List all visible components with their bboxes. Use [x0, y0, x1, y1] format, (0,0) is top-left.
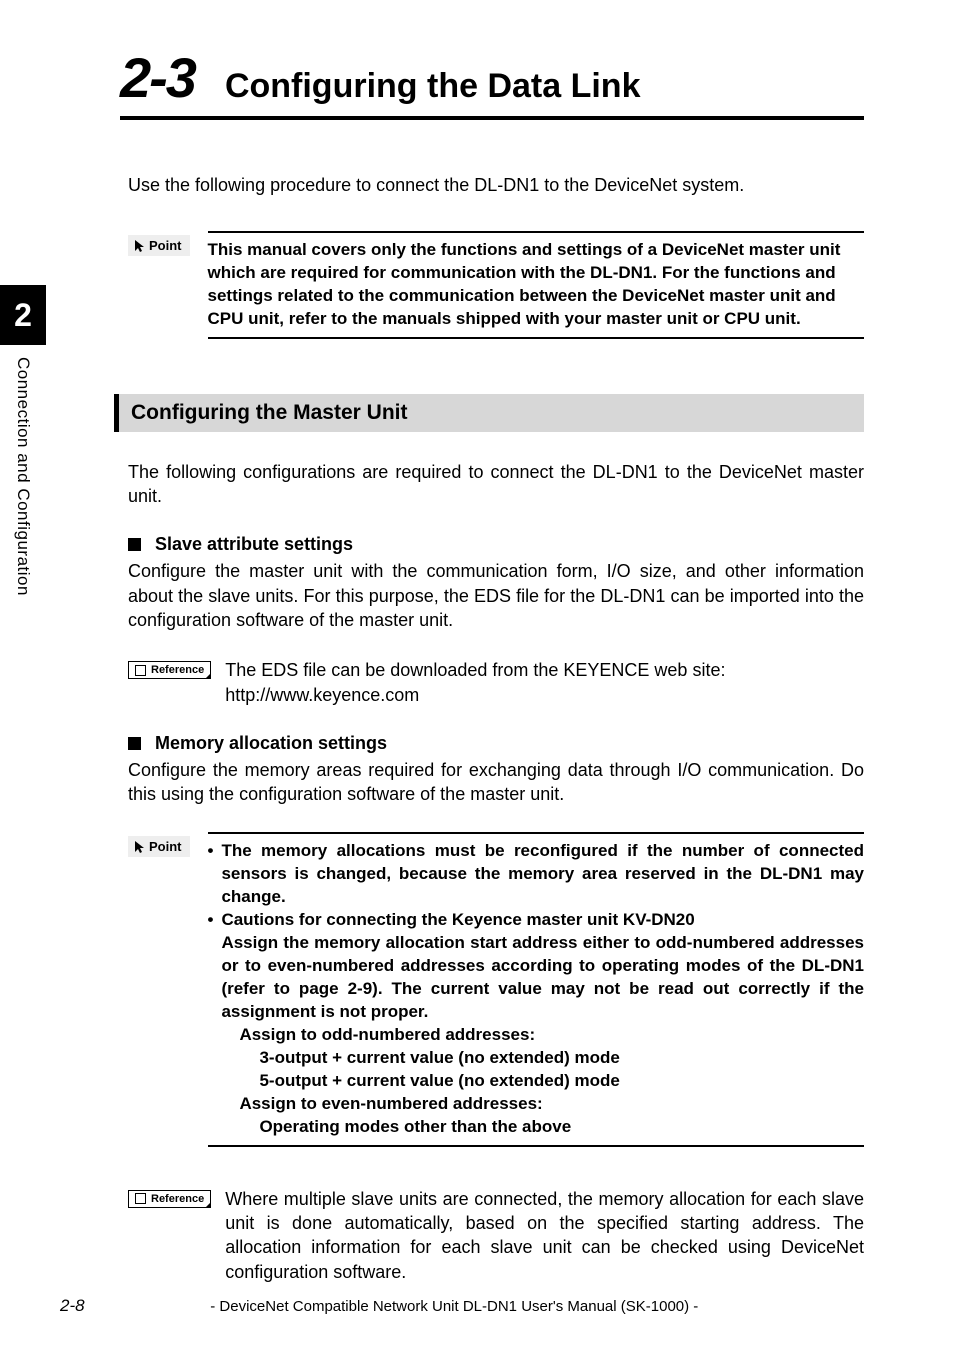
reference-label-text: Reference	[151, 1193, 204, 1205]
point2-odd-2: 5-output + current value (no extended) m…	[259, 1070, 864, 1093]
point-box-2: Point The memory allocations must be rec…	[128, 832, 864, 1146]
point2-odd-heading: Assign to odd-numbered addresses:	[239, 1024, 864, 1047]
slave-heading-text: Slave attribute settings	[155, 534, 353, 555]
point2-even-heading: Assign to even-numbered addresses:	[239, 1093, 864, 1116]
cursor-icon	[134, 239, 145, 253]
point-body-2: The memory allocations must be reconfigu…	[208, 832, 865, 1146]
point-body-1: This manual covers only the functions an…	[208, 231, 865, 339]
slave-body: Configure the master unit with the commu…	[128, 559, 864, 632]
cursor-icon	[134, 840, 145, 854]
page-number: 2-8	[60, 1296, 85, 1316]
subsection-intro: The following configurations are require…	[128, 460, 864, 509]
square-bullet-icon	[128, 538, 141, 551]
section-title: Configuring the Data Link	[225, 67, 641, 106]
point2-bullet2-l2: Assign the memory allocation start addre…	[221, 932, 864, 1024]
point-label: Point	[128, 235, 190, 256]
reference-label: Reference	[128, 661, 211, 679]
subsection-heading: Configuring the Master Unit	[114, 394, 864, 432]
footer-title: - DeviceNet Compatible Network Unit DL-D…	[85, 1298, 824, 1315]
point2-bullet1: The memory allocations must be reconfigu…	[221, 840, 864, 909]
square-bullet-icon	[128, 737, 141, 750]
point-label: Point	[128, 836, 190, 857]
ref1-line1: The EDS file can be downloaded from the …	[225, 658, 864, 682]
reference-body-2: Where multiple slave units are connected…	[225, 1187, 864, 1284]
point-label-text: Point	[149, 839, 182, 854]
reference-label: Reference	[128, 1190, 211, 1208]
side-tab-number: 2	[0, 285, 46, 345]
memory-heading: Memory allocation settings	[128, 733, 864, 754]
point-box-1: Point This manual covers only the functi…	[128, 231, 864, 339]
point2-even-1: Operating modes other than the above	[259, 1116, 864, 1139]
reference-body-1: The EDS file can be downloaded from the …	[225, 658, 864, 707]
point2-bullet2-l1: Cautions for connecting the Keyence mast…	[221, 909, 864, 932]
slave-heading: Slave attribute settings	[128, 534, 864, 555]
reference-box-2: Reference Where multiple slave units are…	[128, 1187, 864, 1284]
point2-odd-1: 3-output + current value (no extended) m…	[259, 1047, 864, 1070]
reference-label-text: Reference	[151, 664, 204, 676]
section-number: 2-3	[120, 45, 195, 110]
ref1-line2: http://www.keyence.com	[225, 683, 864, 707]
memory-heading-text: Memory allocation settings	[155, 733, 387, 754]
memory-body: Configure the memory areas required for …	[128, 758, 864, 807]
side-tab: 2 Connection and Configuration	[0, 285, 46, 596]
reference-box-1: Reference The EDS file can be downloaded…	[128, 658, 864, 707]
intro-text: Use the following procedure to connect t…	[128, 175, 864, 196]
page-footer: 2-8 - DeviceNet Compatible Network Unit …	[60, 1296, 864, 1316]
section-heading: 2-3 Configuring the Data Link	[120, 45, 864, 120]
point-label-text: Point	[149, 238, 182, 253]
side-tab-text: Connection and Configuration	[13, 357, 33, 596]
